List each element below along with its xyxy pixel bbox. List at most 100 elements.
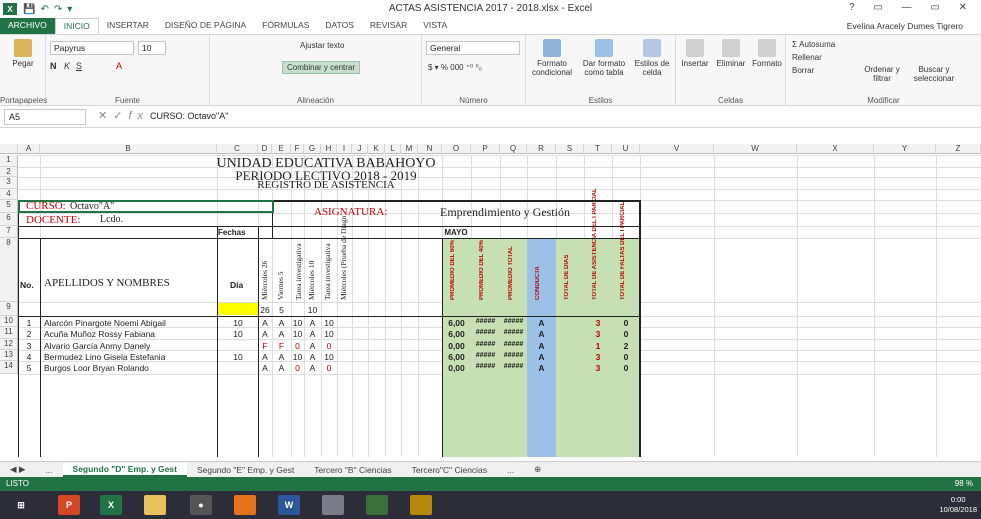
merge-center-button[interactable]: Combinar y centrar: [282, 61, 361, 74]
row-header[interactable]: 11: [0, 327, 18, 339]
italic-button[interactable]: K: [64, 61, 70, 71]
tab-archivo[interactable]: ARCHIVO: [0, 18, 55, 34]
row-header[interactable]: 12: [0, 339, 18, 350]
app-icon[interactable]: [410, 495, 432, 515]
sheet-nav-prev[interactable]: ◀ ▶: [0, 463, 35, 476]
name-box[interactable]: A5: [4, 109, 86, 125]
sheet-tab-more-left[interactable]: ...: [35, 464, 62, 476]
user-name[interactable]: Evelina Aracely Dumes Tigrero: [847, 21, 963, 31]
column-header[interactable]: Y: [874, 144, 936, 154]
sort-filter-button[interactable]: Ordenar y filtrar: [860, 65, 904, 83]
bold-button[interactable]: N: [50, 61, 57, 71]
column-header[interactable]: L: [385, 144, 401, 154]
column-header[interactable]: X: [797, 144, 874, 154]
column-header[interactable]: F: [291, 144, 304, 154]
tab-insertar[interactable]: INSERTAR: [99, 18, 157, 34]
wrap-text-button[interactable]: Ajustar texto: [300, 41, 344, 50]
row-header[interactable]: 14: [0, 361, 18, 374]
row-header[interactable]: 3: [0, 177, 18, 189]
number-format-select[interactable]: General: [426, 41, 520, 55]
column-header[interactable]: J: [352, 144, 368, 154]
column-header[interactable]: W: [714, 144, 797, 154]
conditional-format-button[interactable]: Formato condicional: [528, 39, 576, 77]
column-header[interactable]: R: [527, 144, 556, 154]
word-icon[interactable]: W: [278, 495, 300, 515]
file-explorer-icon[interactable]: [144, 495, 166, 515]
font-color-button[interactable]: A: [116, 61, 122, 71]
spreadsheet-grid[interactable]: ABCDEFGHIJKLMNOPQRSTUVWXYZ 1 2 3 4 5 6 7 8 9 10 11…: [0, 144, 981, 457]
window-controls[interactable]: ? ▭ — ▭ ✕: [849, 2, 975, 13]
camera-icon[interactable]: ●: [190, 495, 212, 515]
calculator-icon[interactable]: [322, 495, 344, 515]
column-header[interactable]: A: [18, 144, 40, 154]
column-header[interactable]: C: [217, 144, 258, 154]
fill-button[interactable]: Rellenar: [792, 53, 822, 62]
clear-button[interactable]: Borrar: [792, 66, 814, 75]
autosum-button[interactable]: Σ Autosuma: [792, 40, 835, 49]
insert-cells-button[interactable]: Insertar: [678, 39, 712, 68]
underline-button[interactable]: S: [76, 61, 82, 71]
font-size-select[interactable]: 10: [138, 41, 166, 55]
column-header[interactable]: Q: [500, 144, 527, 154]
cell-styles-button[interactable]: Estilos de celda: [632, 39, 672, 77]
column-header[interactable]: D: [258, 144, 272, 154]
column-header[interactable]: I: [337, 144, 352, 154]
asignatura-label: ASIGNATURA:: [314, 206, 388, 218]
format-as-table-button[interactable]: Dar formato como tabla: [578, 39, 630, 77]
column-header[interactable]: O: [442, 144, 471, 154]
font-name-select[interactable]: Papyrus: [50, 41, 134, 55]
tab-diseno[interactable]: DISEÑO DE PÁGINA: [157, 18, 254, 34]
formula-input[interactable]: CURSO: Octavo"A": [150, 111, 228, 121]
sheet-tab[interactable]: Tercero "B" Ciencias: [304, 464, 401, 476]
start-icon[interactable]: ⊞: [10, 495, 32, 515]
row-header[interactable]: 2: [0, 167, 18, 177]
number-format-buttons[interactable]: $ ▾ % 000 ⁺⁰ ⁰₀: [428, 63, 482, 72]
column-header[interactable]: H: [321, 144, 337, 154]
column-header[interactable]: B: [40, 144, 217, 154]
formula-bar-icons[interactable]: ✕✓fx: [98, 109, 149, 122]
sheet-tab-active[interactable]: Segundo "D" Emp. y Gest: [62, 462, 187, 477]
firefox-icon[interactable]: [234, 495, 256, 515]
row-header[interactable]: 6: [0, 213, 18, 226]
row-header[interactable]: 4: [0, 189, 18, 200]
column-header[interactable]: P: [471, 144, 500, 154]
sheet-tab[interactable]: Segundo "E" Emp. y Gest: [187, 464, 304, 476]
column-header[interactable]: K: [368, 144, 385, 154]
paste-button[interactable]: Pegar: [6, 39, 40, 68]
paint-icon[interactable]: [366, 495, 388, 515]
column-header[interactable]: N: [418, 144, 442, 154]
excel-taskbar-icon[interactable]: X: [100, 495, 122, 515]
summary-column-header: PROMEDIO TOTAL: [508, 246, 514, 300]
column-header[interactable]: V: [640, 144, 714, 154]
tab-formulas[interactable]: FÓRMULAS: [254, 18, 317, 34]
tab-revisar[interactable]: REVISAR: [362, 18, 415, 34]
tab-datos[interactable]: DATOS: [317, 18, 362, 34]
row-header[interactable]: 5: [0, 200, 18, 213]
column-header[interactable]: S: [556, 144, 584, 154]
column-header[interactable]: G: [304, 144, 321, 154]
row-header[interactable]: 8: [0, 238, 18, 302]
number-group-label: Número: [459, 96, 488, 105]
sheet-tab[interactable]: Tercero"C" Ciencias: [402, 464, 497, 476]
find-select-button[interactable]: Buscar y seleccionar: [908, 65, 960, 83]
clock[interactable]: 0:00 10/08/2018: [939, 495, 977, 515]
row-header[interactable]: 7: [0, 226, 18, 238]
column-header[interactable]: T: [584, 144, 612, 154]
format-cells-button[interactable]: Formato: [750, 39, 784, 68]
column-header[interactable]: U: [612, 144, 640, 154]
tab-inicio[interactable]: INICIO: [54, 18, 99, 34]
zoom-level[interactable]: 98 %: [955, 479, 973, 488]
row-header[interactable]: 13: [0, 350, 18, 361]
column-header[interactable]: M: [401, 144, 418, 154]
column-header[interactable]: Z: [936, 144, 981, 154]
select-all-corner[interactable]: [0, 144, 18, 154]
column-header[interactable]: E: [272, 144, 291, 154]
sheet-tab-more-right[interactable]: ...: [497, 464, 524, 476]
row-header[interactable]: 1: [0, 155, 18, 167]
add-sheet-button[interactable]: ⊕: [524, 463, 551, 476]
tab-vista[interactable]: VISTA: [415, 18, 455, 34]
powerpoint-icon[interactable]: P: [58, 495, 80, 515]
delete-cells-button[interactable]: Eliminar: [714, 39, 748, 68]
row-header[interactable]: 10: [0, 316, 18, 327]
row-header[interactable]: 9: [0, 302, 18, 316]
